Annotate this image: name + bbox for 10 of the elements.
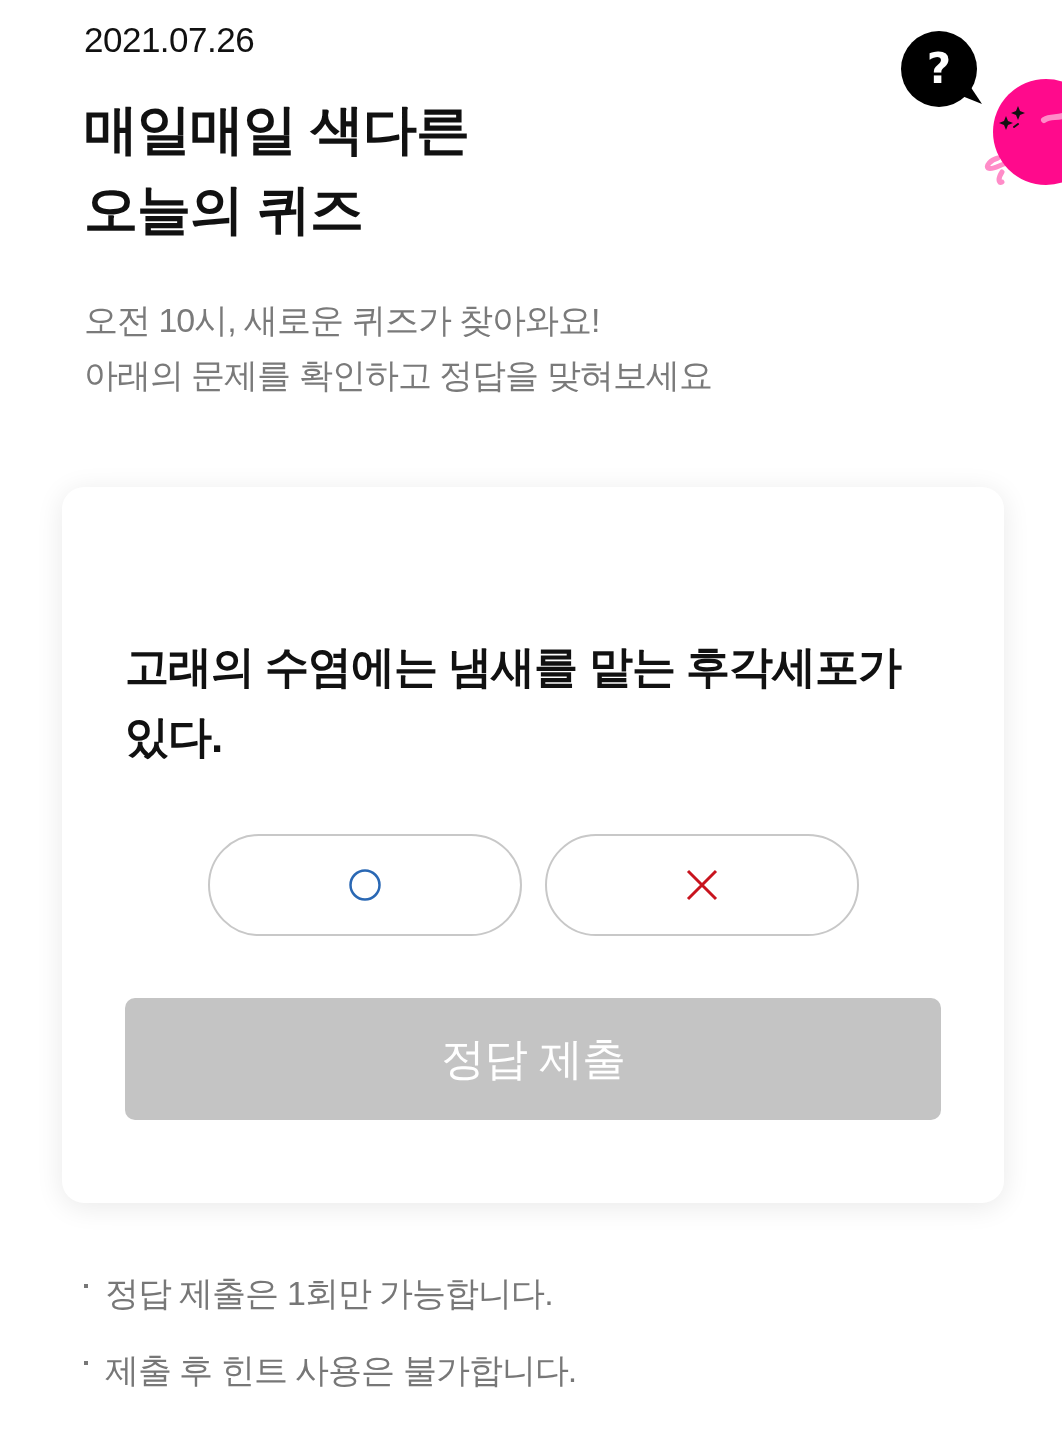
date-text: 2021.07.26 xyxy=(84,19,256,61)
question-text: 고래의 수염에는 냄새를 맡는 후각세포가 있다. xyxy=(125,641,903,763)
note-text: 제출 후 힌트 사용은 불가합니다. xyxy=(105,1350,577,1391)
bullet-icon xyxy=(84,1361,88,1365)
cross-icon xyxy=(685,869,718,901)
bullet-icon xyxy=(84,1284,88,1288)
intro-text: 오전 10시, 새로운 퀴즈가 찾아와요! 아래의 문제를 확인하고 정답을 맞혀보세요 xyxy=(84,300,712,396)
quiz-title: 매일매일 색다른 오늘의 퀴즈 xyxy=(84,98,470,241)
note-text: 정답 제출은 1회만 가능합니다. xyxy=(105,1273,553,1314)
circle-icon xyxy=(348,869,381,901)
